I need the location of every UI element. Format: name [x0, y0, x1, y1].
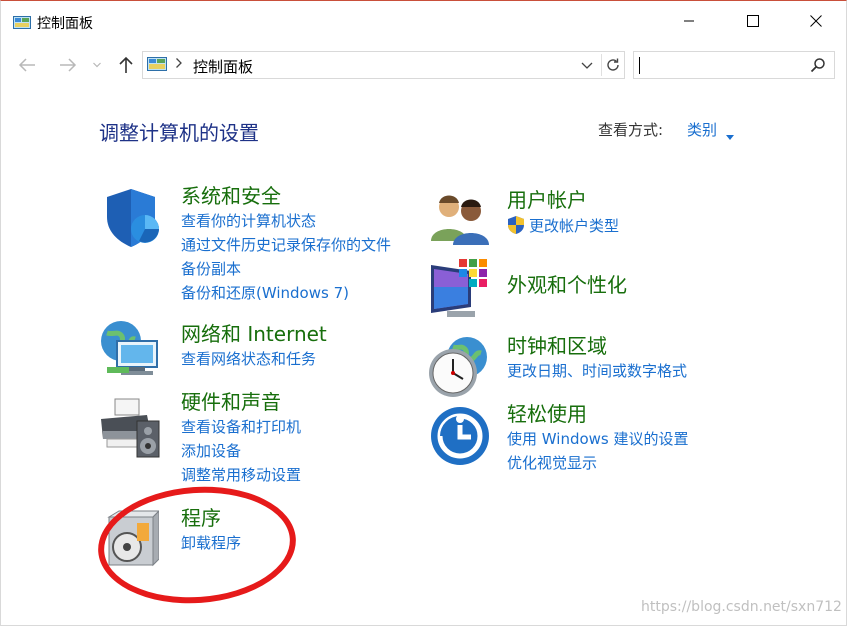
back-arrow-icon — [18, 58, 35, 72]
link-backup-copy[interactable]: 备份副本 — [181, 257, 391, 281]
text-caret — [639, 57, 640, 74]
link-devices-printers[interactable]: 查看设备和打印机 — [181, 415, 301, 439]
category-title-user-accounts[interactable]: 用户帐户 — [507, 187, 619, 213]
uac-shield-icon — [507, 215, 525, 239]
clock-globe-icon[interactable] — [427, 335, 491, 403]
shield-icon[interactable] — [101, 185, 165, 253]
recent-locations-button[interactable] — [89, 53, 105, 77]
link-change-date-time-format[interactable]: 更改日期、时间或数字格式 — [507, 359, 687, 383]
view-by-dropdown[interactable]: 类别 — [687, 119, 717, 140]
link-optimize-visual-display[interactable]: 优化视觉显示 — [507, 451, 689, 475]
control-panel-window: 控制面板 控制面板 调整计算机的设置 查看方式: 类别 系统和安全 查看你的计算… — [0, 0, 847, 626]
back-button[interactable] — [15, 53, 39, 77]
category-title-appearance[interactable]: 外观和个性化 — [507, 272, 627, 298]
link-view-computer-status[interactable]: 查看你的计算机状态 — [181, 209, 391, 233]
appearance-monitor-icon[interactable] — [429, 257, 493, 325]
forward-arrow-icon — [60, 58, 77, 72]
category-title-network-internet[interactable]: 网络和 Internet — [181, 321, 327, 347]
watermark: https://blog.csdn.net/sxn712 — [641, 599, 842, 615]
view-by-label: 查看方式: — [598, 121, 664, 139]
printer-speaker-icon[interactable] — [99, 395, 165, 465]
chevron-right-icon[interactable] — [175, 57, 183, 73]
link-file-history[interactable]: 通过文件历史记录保存你的文件 — [181, 233, 391, 257]
category-network-internet: 网络和 Internet 查看网络状态和任务 — [181, 321, 327, 371]
up-button[interactable] — [114, 53, 138, 77]
annotation-circle — [94, 480, 300, 610]
minimize-button[interactable] — [666, 1, 712, 41]
control-panel-icon — [13, 15, 31, 34]
category-user-accounts: 用户帐户 更改帐户类型 — [507, 187, 619, 239]
search-icon[interactable] — [810, 57, 826, 77]
control-panel-icon — [147, 57, 167, 77]
user-accounts-icon[interactable] — [429, 191, 491, 249]
close-icon — [810, 15, 822, 27]
breadcrumb[interactable]: 控制面板 — [193, 56, 253, 77]
search-input[interactable] — [633, 51, 835, 79]
link-network-status[interactable]: 查看网络状态和任务 — [181, 347, 327, 371]
category-title-system-security[interactable]: 系统和安全 — [181, 183, 391, 209]
category-system-security: 系统和安全 查看你的计算机状态 通过文件历史记录保存你的文件 备份副本 备份和还… — [181, 183, 391, 305]
category-appearance: 外观和个性化 — [507, 272, 627, 298]
minimize-icon — [684, 20, 694, 22]
page-title: 调整计算机的设置 — [99, 121, 259, 145]
link-change-account-type[interactable]: 更改帐户类型 — [529, 214, 619, 238]
link-recommended-settings[interactable]: 使用 Windows 建议的设置 — [507, 427, 689, 451]
window-title: 控制面板 — [37, 16, 93, 32]
category-title-ease-of-access[interactable]: 轻松使用 — [507, 401, 689, 427]
close-button[interactable] — [793, 1, 839, 41]
maximize-button[interactable] — [730, 1, 776, 41]
up-arrow-icon — [119, 56, 133, 73]
category-ease-of-access: 轻松使用 使用 Windows 建议的设置 优化视觉显示 — [507, 401, 689, 475]
chevron-down-icon — [93, 62, 101, 68]
address-dropdown-button[interactable] — [580, 57, 598, 75]
chevron-down-icon — [581, 62, 593, 69]
maximize-icon — [747, 15, 759, 27]
link-backup-restore[interactable]: 备份和还原(Windows 7) — [181, 281, 391, 305]
change-account-type-row: 更改帐户类型 — [507, 213, 619, 239]
title-bar: 控制面板 — [1, 1, 846, 41]
address-bar[interactable]: 控制面板 — [142, 51, 625, 79]
network-globe-icon[interactable] — [99, 319, 165, 387]
forward-button[interactable] — [56, 53, 80, 77]
refresh-button[interactable] — [601, 54, 623, 76]
ease-of-access-icon[interactable] — [429, 405, 491, 471]
chevron-down-icon[interactable] — [726, 126, 734, 145]
category-clock-region: 时钟和区域 更改日期、时间或数字格式 — [507, 333, 687, 383]
link-add-device[interactable]: 添加设备 — [181, 439, 301, 463]
refresh-icon — [606, 58, 619, 71]
category-title-clock-region[interactable]: 时钟和区域 — [507, 333, 687, 359]
link-mobility-settings[interactable]: 调整常用移动设置 — [181, 463, 301, 487]
category-title-hardware-sound[interactable]: 硬件和声音 — [181, 389, 301, 415]
category-hardware-sound: 硬件和声音 查看设备和打印机 添加设备 调整常用移动设置 — [181, 389, 301, 487]
